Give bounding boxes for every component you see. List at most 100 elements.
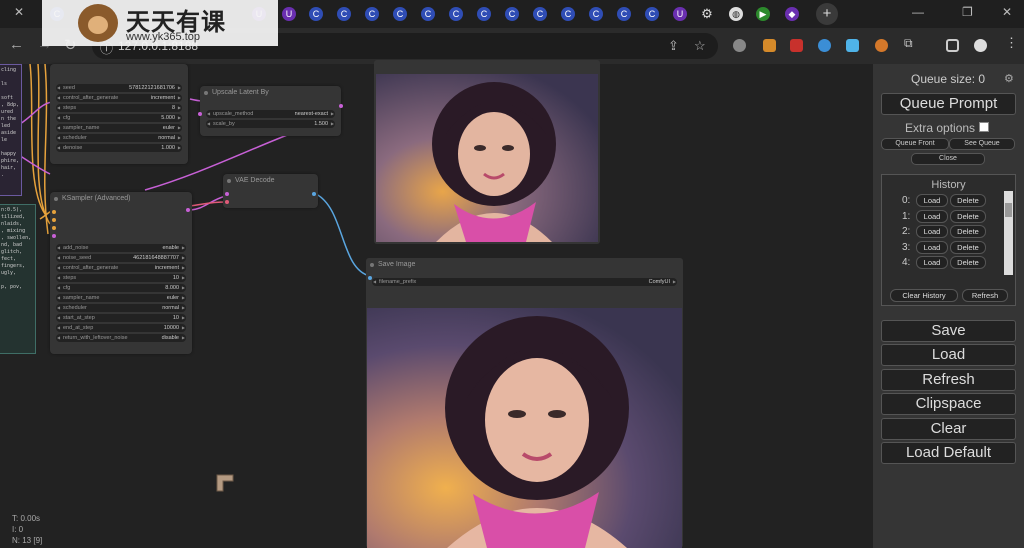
input-port[interactable] <box>198 112 202 116</box>
node-widget[interactable]: start_at_step 10 <box>56 314 186 322</box>
input-port[interactable] <box>225 192 229 196</box>
queue-front-button[interactable]: Queue Front <box>881 138 949 150</box>
bookmark-star-icon[interactable]: ☆ <box>694 38 706 54</box>
history-load-button[interactable]: Load <box>916 225 948 238</box>
history-delete-button[interactable]: Delete <box>950 256 986 269</box>
comfyui-tab-icon[interactable]: C <box>589 7 603 21</box>
node-widget[interactable]: cfg 5.000 <box>56 114 182 122</box>
node-widget[interactable]: steps 8 <box>56 104 182 112</box>
comfyui-tab-icon[interactable]: C <box>533 7 547 21</box>
comfyui-tab-icon[interactable]: C <box>617 7 631 21</box>
nvidia-tab-icon[interactable]: ▶ <box>756 7 770 21</box>
window-close-button[interactable]: ✕ <box>1002 5 1012 19</box>
history-load-button[interactable]: Load <box>916 209 948 223</box>
globe-tab-icon[interactable]: ◍ <box>729 7 743 21</box>
node-widget[interactable]: seed 578122121681706 <box>56 84 182 92</box>
output-port[interactable] <box>339 104 343 108</box>
extension-off-icon[interactable] <box>763 39 776 52</box>
node-widget[interactable]: steps 10 <box>56 274 186 282</box>
history-load-button[interactable]: Load <box>916 256 948 269</box>
filename-prefix-widget[interactable]: filename_prefix ComfyUI <box>372 278 677 286</box>
comfyui-tab-icon[interactable]: C <box>645 7 659 21</box>
comfyui-tab-icon[interactable]: C <box>477 7 491 21</box>
input-port[interactable] <box>52 210 56 214</box>
save-image-node[interactable]: Save Image filename_prefix ComfyUI <box>366 258 683 548</box>
node-widget[interactable]: noise_seed 462181648887707 <box>56 254 186 262</box>
comfyui-tab-icon[interactable]: C <box>337 7 351 21</box>
group-node-icon[interactable] <box>216 474 234 492</box>
history-load-button[interactable]: Load <box>916 240 948 254</box>
positive-prompt-text[interactable]: cling ls soft , 8dp, ured n the led asid… <box>0 65 21 181</box>
comfyui-tab-icon[interactable]: C <box>421 7 435 21</box>
restore-button[interactable]: ❐ <box>962 5 973 19</box>
puzzle-icon[interactable]: ⧉ <box>904 36 917 50</box>
extra-options-checkbox[interactable] <box>979 122 989 132</box>
minimize-button[interactable]: — <box>912 5 924 19</box>
history-load-button[interactable]: Load <box>916 194 948 207</box>
node-widget[interactable]: scheduler normal <box>56 134 182 142</box>
comfyui-tab-icon[interactable]: C <box>365 7 379 21</box>
diamond-extension-icon[interactable] <box>846 39 859 52</box>
record-extension-icon[interactable] <box>790 39 803 52</box>
extension-tab-icon[interactable]: ◆ <box>785 7 799 21</box>
load-default-button[interactable]: Load Default <box>881 442 1016 464</box>
history-scrollbar[interactable] <box>1004 191 1013 275</box>
extension-tab-icon[interactable]: U <box>282 7 296 21</box>
comfyui-tab-icon[interactable]: C <box>505 7 519 21</box>
output-port[interactable] <box>312 192 316 196</box>
node-widget[interactable]: denoise 1.000 <box>56 144 182 152</box>
share-icon[interactable]: ⇪ <box>668 38 679 54</box>
input-port[interactable] <box>225 200 229 204</box>
history-delete-button[interactable]: Delete <box>950 194 986 207</box>
node-widget[interactable]: sampler_name euler <box>56 294 186 302</box>
queue-prompt-button[interactable]: Queue Prompt <box>881 93 1016 115</box>
node-widget[interactable]: add_noise enable <box>56 244 186 252</box>
node-widget[interactable]: upscale_method nearest-exact <box>206 110 335 118</box>
input-port[interactable] <box>52 218 56 222</box>
comfyui-tab-icon[interactable]: C <box>561 7 575 21</box>
more-menu-icon[interactable]: ⋮ <box>1005 35 1018 50</box>
node-widget[interactable]: return_with_leftover_noise disable <box>56 334 186 342</box>
ksampler-advanced-node[interactable]: KSampler (Advanced) add_noise enable noise… <box>50 192 192 354</box>
back-icon[interactable]: ← <box>9 36 24 53</box>
upscale-latent-node[interactable]: Upscale Latent By upscale_method nearest-… <box>198 86 343 136</box>
clear-button[interactable]: Clear <box>881 418 1016 440</box>
load-button[interactable]: Load <box>881 344 1016 366</box>
profile-avatar-icon[interactable] <box>974 39 987 52</box>
clear-history-button[interactable]: Clear History <box>890 289 958 302</box>
settings-gear-icon[interactable]: ⚙ <box>1004 72 1014 85</box>
globe-extension-icon[interactable] <box>733 39 746 52</box>
output-port[interactable] <box>186 208 190 212</box>
extension-tab-icon[interactable]: U <box>673 7 687 21</box>
history-delete-button[interactable]: Delete <box>950 225 986 238</box>
close-button[interactable]: Close <box>911 153 985 165</box>
refresh-button[interactable]: Refresh <box>881 369 1016 391</box>
node-widget[interactable]: end_at_step 10000 <box>56 324 186 332</box>
graph-canvas[interactable]: cling ls soft , 8dp, ured n the led asid… <box>0 60 873 548</box>
history-delete-button[interactable]: Delete <box>950 240 986 254</box>
new-tab-button[interactable]: + <box>816 3 838 25</box>
tab-close-icon[interactable]: ✕ <box>14 5 24 19</box>
negative-prompt-node[interactable]: n:0.5), tilized, nlaids, , mixing , swol… <box>0 204 36 354</box>
comfyui-tab-icon[interactable]: C <box>449 7 463 21</box>
clipspace-button[interactable]: Clipspace <box>881 393 1016 415</box>
input-port[interactable] <box>52 234 56 238</box>
translate-extension-icon[interactable] <box>818 39 831 52</box>
comfyui-tab-icon[interactable]: C <box>309 7 323 21</box>
comfyui-tab-icon[interactable]: C <box>393 7 407 21</box>
node-widget[interactable]: control_after_generate increment <box>56 94 182 102</box>
node-widget[interactable]: sampler_name euler <box>56 124 182 132</box>
save-button[interactable]: Save <box>881 320 1016 342</box>
vae-decode-node[interactable]: VAE Decode <box>223 174 318 208</box>
history-delete-button[interactable]: Delete <box>950 209 986 223</box>
sidebar-icon[interactable] <box>946 39 959 52</box>
cookie-extension-icon[interactable] <box>875 39 888 52</box>
gear-tab-icon[interactable]: ⚙ <box>700 7 714 21</box>
positive-prompt-node[interactable]: cling ls soft , 8dp, ured n the led asid… <box>0 64 22 196</box>
input-port[interactable] <box>52 226 56 230</box>
history-refresh-button[interactable]: Refresh <box>962 289 1008 302</box>
negative-prompt-text[interactable]: n:0.5), tilized, nlaids, , mixing , swol… <box>0 205 35 293</box>
node-widget[interactable]: scale_by 1.500 <box>206 120 335 128</box>
node-widget[interactable]: cfg 8.000 <box>56 284 186 292</box>
see-queue-button[interactable]: See Queue <box>949 138 1015 150</box>
